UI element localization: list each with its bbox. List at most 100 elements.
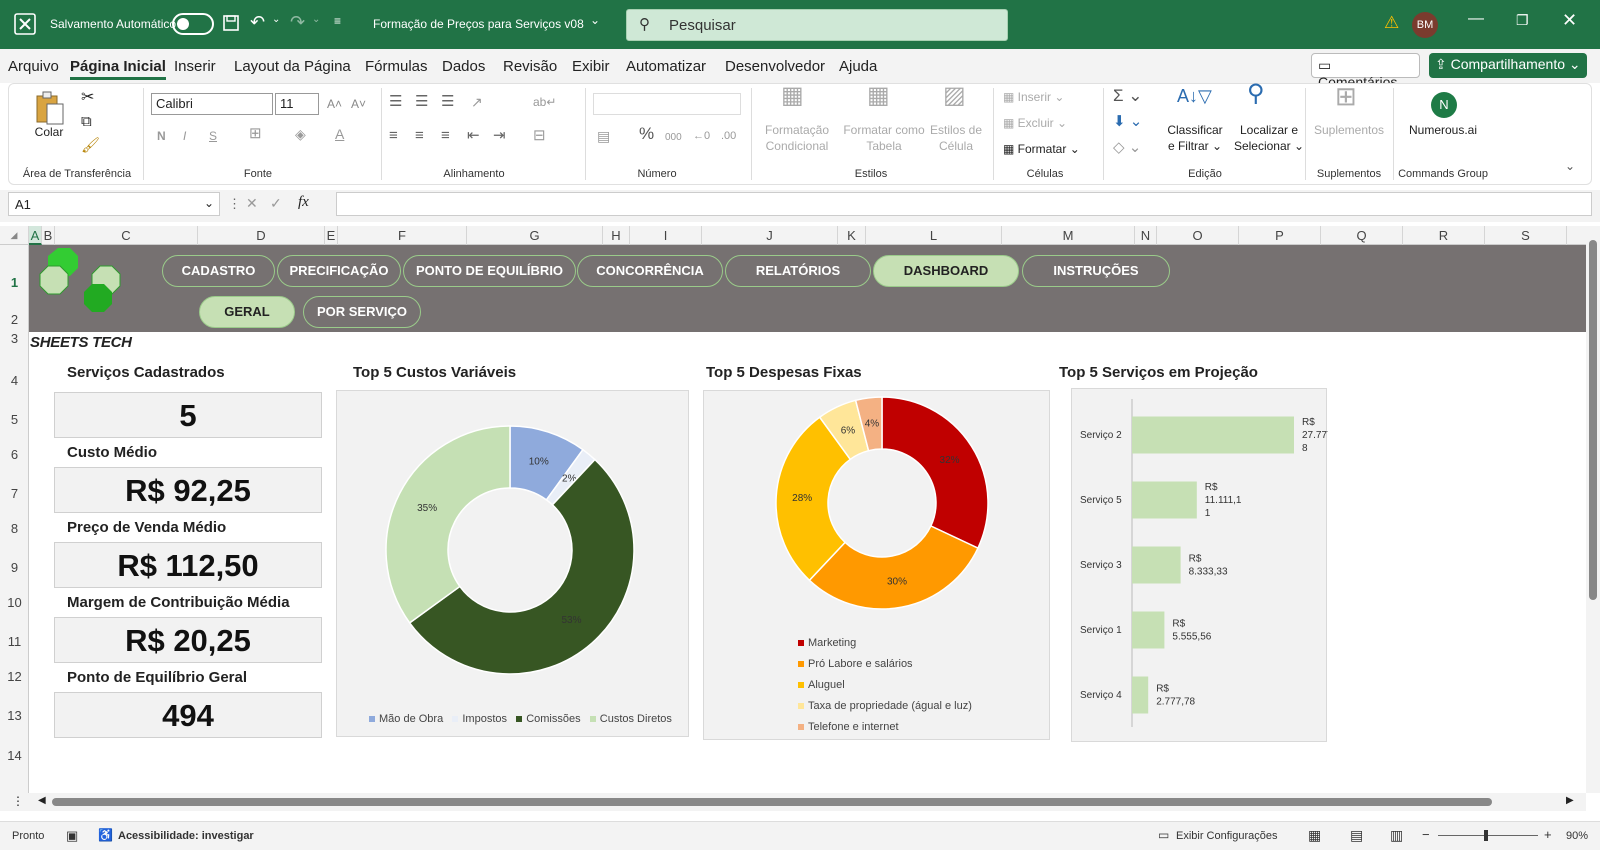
chart3-bar-2[interactable] <box>1132 481 1197 519</box>
menu-exibir[interactable]: Exibir <box>572 58 610 75</box>
nav-por-servico[interactable]: POR SERVIÇO <box>303 296 421 328</box>
menu-layout[interactable]: Layout da Página <box>234 58 351 75</box>
format-painter-icon[interactable]: 🖌 <box>81 138 100 154</box>
cut-icon[interactable]: ✂ <box>81 90 94 106</box>
borders-icon[interactable]: ⊞ <box>249 126 262 142</box>
row-7[interactable]: 7 <box>0 486 29 501</box>
delete-cells-button[interactable]: ▦ Excluir ⌄ <box>1003 115 1067 131</box>
menu-formulas[interactable]: Fórmulas <box>365 58 428 75</box>
warning-icon[interactable]: ⚠ <box>1384 13 1399 33</box>
decrease-indent-icon[interactable]: ⇤ <box>467 128 480 144</box>
col-k[interactable]: K <box>838 226 866 245</box>
row-10[interactable]: 10 <box>0 595 29 610</box>
page-break-view-icon[interactable]: ▥ <box>1390 827 1403 844</box>
col-q[interactable]: Q <box>1321 226 1403 245</box>
undo-icon[interactable]: ↶ <box>250 12 265 33</box>
zoom-out-icon[interactable]: − <box>1422 827 1430 842</box>
cancel-entry-icon[interactable]: ✕ <box>246 195 258 212</box>
menu-ajuda[interactable]: Ajuda <box>839 58 877 75</box>
font-color-icon[interactable]: A <box>335 126 344 142</box>
chart3-bar-5[interactable] <box>1132 676 1149 714</box>
col-j[interactable]: J <box>702 226 838 245</box>
chart1-panel[interactable]: 10% 2% 53% 35% Mão de Obra Impostos Comissõ… <box>336 390 689 737</box>
zoom-level[interactable]: 90% <box>1566 830 1588 842</box>
display-settings[interactable]: Exibir Configurações <box>1176 830 1278 842</box>
format-cells-button[interactable]: ▦ Formatar ⌄ <box>1003 141 1080 157</box>
number-format-select[interactable] <box>593 93 741 115</box>
search-box[interactable]: ⚲ Pesquisar <box>626 9 1008 41</box>
paste-icon[interactable] <box>33 90 67 126</box>
nav-instrucoes[interactable]: INSTRUÇÕES <box>1022 255 1170 287</box>
menu-desenvolvedor[interactable]: Desenvolvedor <box>725 58 825 75</box>
name-box-chevron-icon[interactable]: ⌄ <box>204 196 214 210</box>
col-b[interactable]: B <box>42 226 55 245</box>
menu-revisao[interactable]: Revisão <box>503 58 557 75</box>
chart2-panel[interactable]: 32% 30% 28% 6% 4% Marketing Pró Labore e sal… <box>703 390 1050 740</box>
bold-button[interactable]: N <box>157 128 166 144</box>
conditional-format-icon[interactable]: ▦ <box>781 84 804 108</box>
addins-icon[interactable]: ⊞ <box>1335 83 1357 109</box>
vertical-scroll-thumb[interactable] <box>1589 240 1597 600</box>
numerous-ai-icon[interactable]: N <box>1431 92 1457 118</box>
sort-filter-icon[interactable]: A↓▽ <box>1177 87 1212 105</box>
accessibility-status[interactable]: Acessibilidade: investigar <box>118 830 254 842</box>
merge-center-icon[interactable]: ⊟ <box>533 128 546 144</box>
minimize-icon[interactable]: — <box>1468 10 1484 28</box>
col-e[interactable]: E <box>325 226 338 245</box>
fill-color-icon[interactable]: ◈ <box>295 126 306 142</box>
horizontal-scroll-thumb[interactable] <box>52 798 1492 806</box>
row-4[interactable]: 4 <box>0 373 29 388</box>
row-13[interactable]: 13 <box>0 708 29 723</box>
insert-cells-button[interactable]: ▦ Inserir ⌄ <box>1003 89 1064 105</box>
col-i[interactable]: I <box>630 226 702 245</box>
wrap-text-icon[interactable]: ab↵ <box>533 94 556 110</box>
comments-button[interactable]: ▭ Comentários <box>1311 53 1420 90</box>
sheet-options-icon[interactable]: ⋮ <box>12 794 24 808</box>
collapse-ribbon-icon[interactable]: ⌄ <box>1565 158 1575 174</box>
zoom-slider-thumb[interactable] <box>1484 830 1488 841</box>
numerous-ai-button[interactable]: Numerous.ai <box>1397 122 1489 138</box>
accessibility-icon[interactable]: ♿ <box>98 828 113 842</box>
fill-icon[interactable]: ⬇ ⌄ <box>1113 114 1142 130</box>
italic-button[interactable]: I <box>183 128 186 144</box>
more-options-icon[interactable]: ⋮ <box>228 196 241 212</box>
copy-icon[interactable]: ⧉ <box>81 114 92 130</box>
underline-button[interactable]: S <box>209 128 217 144</box>
find-select-icon[interactable]: ⚲ <box>1247 82 1265 106</box>
clear-icon[interactable]: ◇ ⌄ <box>1113 140 1141 156</box>
chart3-bar-4[interactable] <box>1132 611 1165 649</box>
col-f[interactable]: F <box>338 226 467 245</box>
format-table-icon[interactable]: ▦ <box>867 84 890 108</box>
find-select-button[interactable]: Localizar e Selecionar ⌄ <box>1229 122 1309 154</box>
chart3-bar-1[interactable] <box>1132 416 1294 454</box>
scroll-right-icon[interactable]: ▶ <box>1566 795 1574 806</box>
row-3[interactable]: 3 <box>0 331 29 346</box>
avatar[interactable]: BM <box>1412 12 1438 38</box>
col-r[interactable]: R <box>1403 226 1485 245</box>
row-14[interactable]: 14 <box>0 748 29 763</box>
align-middle-icon[interactable]: ☰ <box>415 94 428 110</box>
sort-filter-button[interactable]: Classificar e Filtrar ⌄ <box>1159 122 1231 154</box>
page-layout-view-icon[interactable]: ▤ <box>1350 827 1363 844</box>
zoom-in-icon[interactable]: + <box>1544 827 1552 842</box>
excel-logo-icon[interactable] <box>14 13 36 35</box>
font-name-select[interactable]: Calibri <box>151 93 273 115</box>
file-name[interactable]: Formação de Preços para Serviços v08 <box>373 17 584 31</box>
row-11[interactable]: 11 <box>0 634 29 649</box>
increase-font-icon[interactable]: A˄ <box>327 96 342 112</box>
formula-input[interactable] <box>336 192 1592 216</box>
align-center-icon[interactable]: ≡ <box>415 128 424 144</box>
col-l[interactable]: L <box>866 226 1002 245</box>
menu-dados[interactable]: Dados <box>442 58 485 75</box>
confirm-entry-icon[interactable]: ✓ <box>270 195 282 212</box>
conditional-format-button[interactable]: Formatação Condicional <box>755 122 839 154</box>
col-n[interactable]: N <box>1135 226 1157 245</box>
paste-label[interactable]: Colar <box>29 124 69 140</box>
customize-toolbar-icon[interactable]: ≡ <box>334 14 341 28</box>
redo-dropdown-icon[interactable]: ⌄ <box>312 14 320 25</box>
col-h[interactable]: H <box>603 226 630 245</box>
increase-decimal-icon[interactable]: ←0 <box>693 128 710 144</box>
row-1[interactable]: 1 <box>0 275 29 290</box>
redo-icon[interactable]: ↷ <box>290 12 305 33</box>
menu-arquivo[interactable]: Arquivo <box>8 58 59 75</box>
